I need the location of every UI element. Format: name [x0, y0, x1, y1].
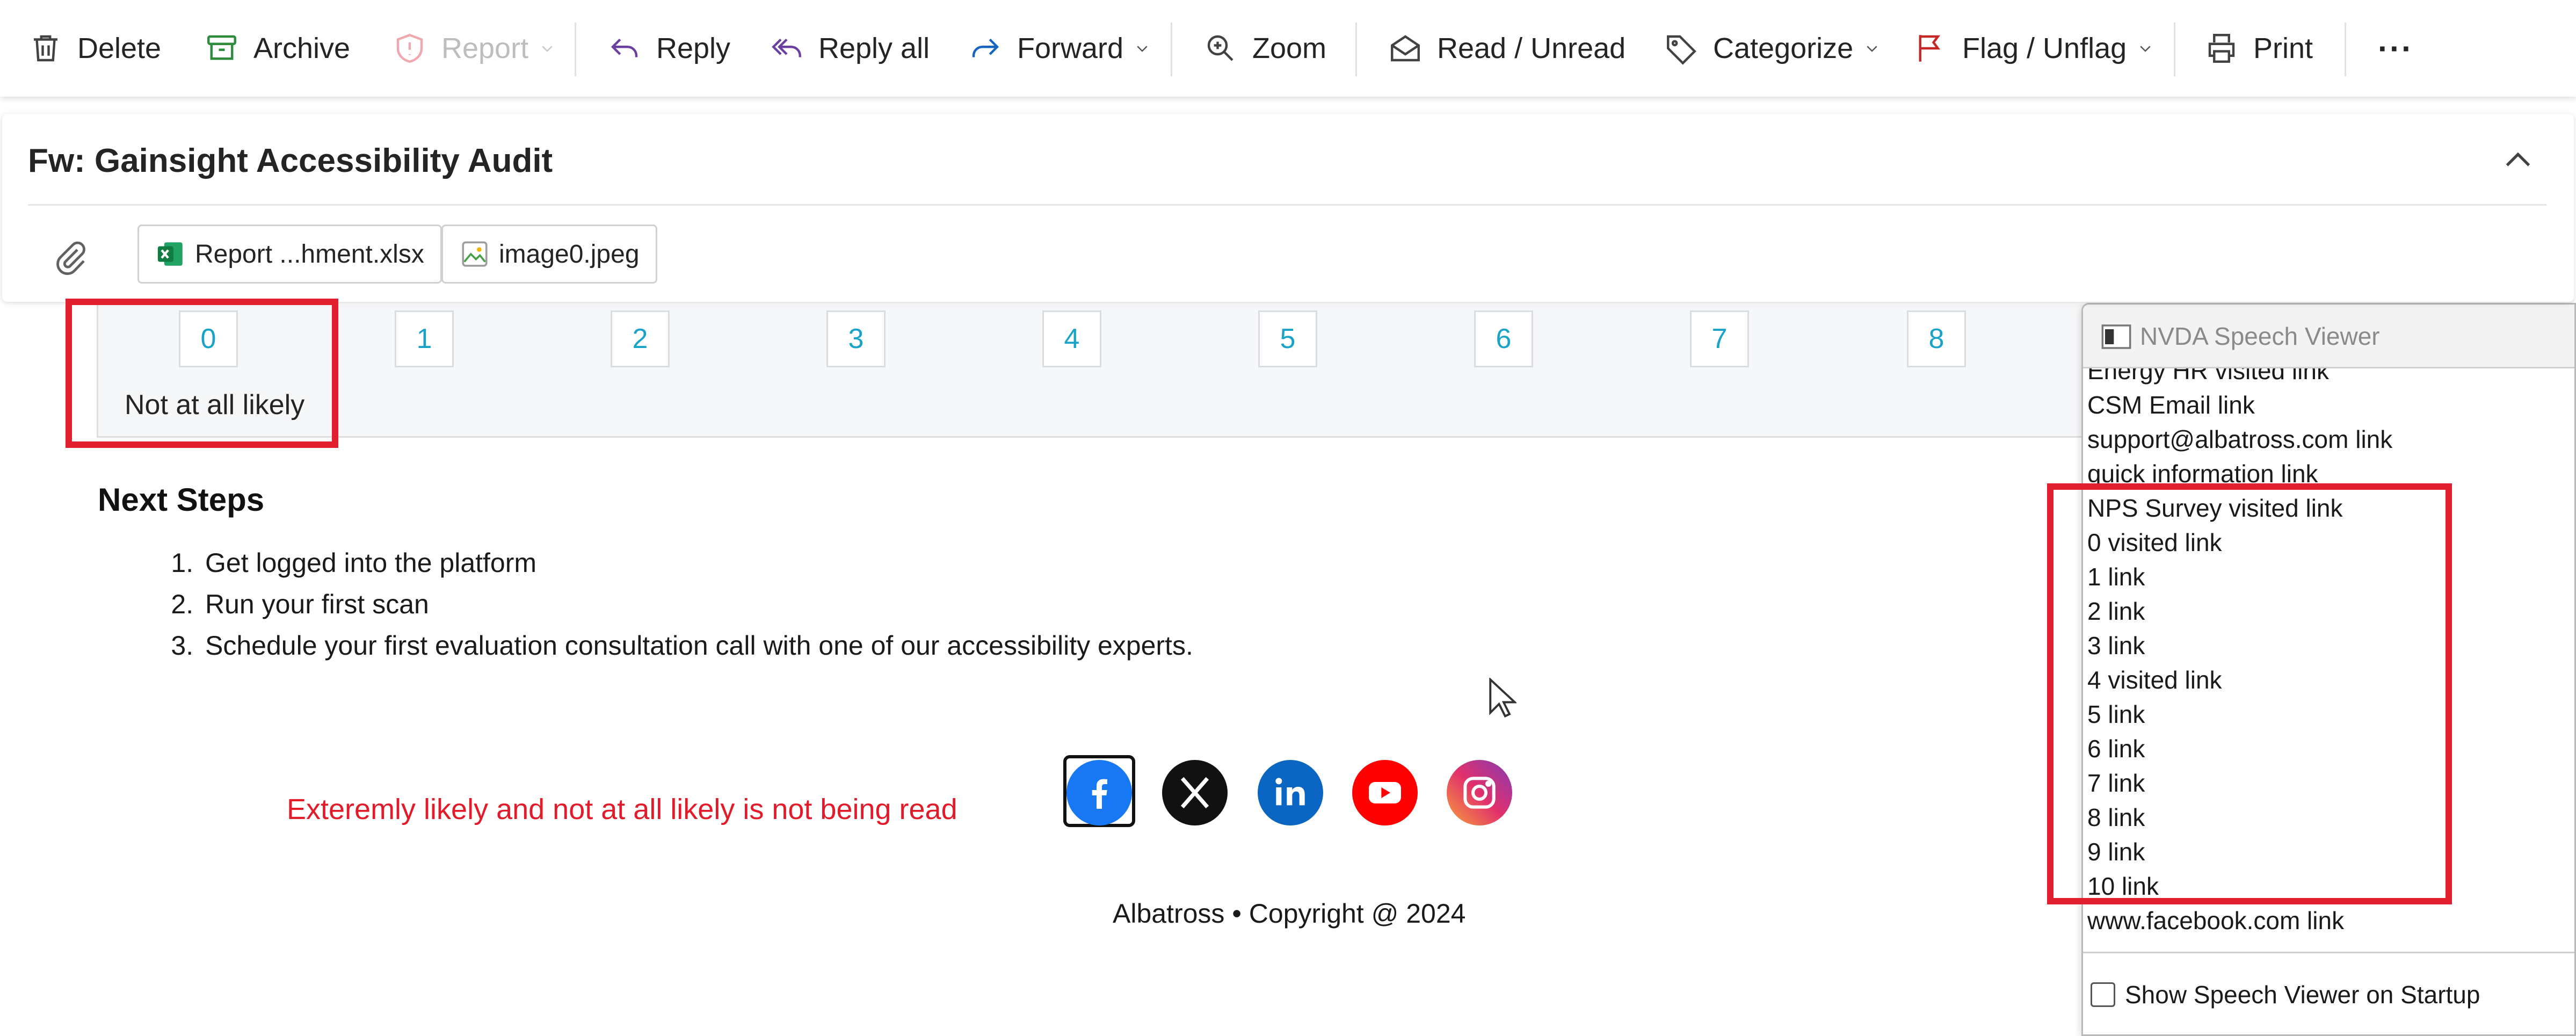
list-item: Schedule your first evaluation consultat… [201, 625, 1193, 666]
more-options-button[interactable]: ··· [2378, 0, 2413, 97]
show-on-startup-checkbox[interactable] [2091, 982, 2115, 1007]
nps-option-8[interactable]: 8 [1907, 310, 1966, 367]
reply-all-label: Reply all [818, 32, 930, 64]
x-icon [1180, 777, 1209, 809]
trash-icon [34, 35, 57, 62]
instagram-link[interactable] [1447, 760, 1512, 825]
annotation-highlight-box [2047, 483, 2452, 904]
nvda-title: NVDA Speech Viewer [2140, 322, 2380, 350]
next-steps-list: Get logged into the platform Run your fi… [161, 542, 1193, 666]
print-label: Print [2253, 32, 2313, 64]
excel-icon [157, 242, 183, 266]
linkedin-icon [1275, 778, 1305, 806]
nps-option-2[interactable]: 2 [611, 310, 670, 367]
attachment-name: image0.jpeg [499, 240, 640, 269]
reply-icon [611, 38, 638, 57]
nps-option-6[interactable]: 6 [1474, 310, 1533, 367]
shield-icon [396, 33, 423, 63]
speech-line: support@albatross.com link [2087, 425, 2393, 453]
forward-label: Forward [1017, 32, 1124, 64]
annotation-text: Exteremly likely and not at all likely i… [287, 793, 957, 825]
message-subject: Fw: Gainsight Accessibility Audit [28, 142, 553, 179]
categorize-label: Categorize [1713, 32, 1854, 64]
speech-line: www.facebook.com link [2087, 907, 2345, 934]
attachment-xlsx[interactable]: Report ...hment.xlsx [137, 224, 442, 284]
zoom-label: Zoom [1252, 32, 1327, 64]
archive-label: Archive [253, 32, 351, 64]
header-divider [28, 204, 2546, 206]
flag-icon [1919, 35, 1941, 62]
x-link[interactable] [1162, 760, 1228, 825]
image-icon [462, 241, 488, 267]
chevron-down-icon[interactable] [2137, 40, 2153, 56]
categorize-button[interactable]: Categorize [1664, 0, 1880, 97]
forward-icon [972, 38, 999, 57]
reply-label: Reply [656, 32, 731, 64]
speech-line: Energy HR visited link [2087, 367, 2329, 385]
delete-label: Delete [77, 32, 162, 64]
instagram-icon [1463, 777, 1496, 809]
delete-button[interactable]: Delete [28, 0, 161, 97]
message-header: Fw: Gainsight Accessibility Audit Report… [2, 114, 2574, 302]
list-item: Run your first scan [201, 584, 1193, 625]
more-icon: ··· [2378, 30, 2413, 67]
reply-all-button[interactable]: Reply all [769, 0, 930, 97]
annotation-highlight-box [66, 299, 338, 448]
report-button[interactable]: Report [392, 0, 555, 97]
list-item: Get logged into the platform [201, 542, 1193, 584]
toolbar-separator [2345, 23, 2346, 76]
toolbar-separator [575, 23, 576, 76]
toolbar-separator [2174, 23, 2175, 76]
envelope-open-icon [1391, 35, 1420, 62]
mouse-cursor-icon [1489, 678, 1516, 718]
read-unread-button[interactable]: Read / Unread [1388, 0, 1626, 97]
nps-option-7[interactable]: 7 [1690, 310, 1749, 367]
youtube-link[interactable] [1352, 760, 1418, 825]
chevron-down-icon[interactable] [539, 40, 555, 56]
print-button[interactable]: Print [2204, 0, 2313, 97]
nvda-titlebar[interactable]: NVDA Speech Viewer [2083, 305, 2574, 367]
reply-button[interactable]: Reply [607, 0, 730, 97]
attachment-name: Report ...hment.xlsx [195, 240, 424, 269]
facebook-link[interactable] [1066, 760, 1132, 825]
zoom-icon [1207, 35, 1233, 61]
linkedin-link[interactable] [1258, 760, 1323, 825]
read-unread-label: Read / Unread [1437, 32, 1626, 64]
paperclip-icon [56, 241, 85, 275]
chevron-down-icon[interactable] [1864, 40, 1880, 56]
window-icon [2101, 324, 2131, 349]
forward-button[interactable]: Forward [968, 0, 1150, 97]
zoom-button[interactable]: Zoom [1203, 0, 1326, 97]
printer-icon [2208, 34, 2235, 63]
archive-button[interactable]: Archive [204, 0, 350, 97]
report-label: Report [441, 32, 529, 64]
next-steps-heading: Next Steps [98, 482, 265, 518]
nps-option-3[interactable]: 3 [826, 310, 886, 367]
nps-option-5[interactable]: 5 [1258, 310, 1317, 367]
show-on-startup-label: Show Speech Viewer on Startup [2125, 981, 2480, 1009]
flag-unflag-label: Flag / Unflag [1962, 32, 2127, 64]
nps-option-1[interactable]: 1 [395, 310, 454, 367]
nps-survey-scale: 0 1 2 3 4 5 6 7 8 [97, 305, 2085, 438]
toolbar-separator [1355, 23, 1357, 76]
youtube-icon [1369, 782, 1401, 803]
toolbar-separator [1171, 23, 1172, 76]
attachment-jpeg[interactable]: image0.jpeg [441, 224, 657, 284]
nps-option-4[interactable]: 4 [1042, 310, 1101, 367]
chevron-up-icon[interactable] [2499, 142, 2537, 179]
facebook-icon [1092, 779, 1107, 809]
tag-icon [1667, 35, 1696, 65]
archive-icon [207, 35, 236, 60]
message-toolbar: Delete Archive Report Reply Reply all Fo… [0, 0, 2576, 97]
reply-all-icon [772, 38, 801, 57]
copyright-footer: Albatross • Copyright @ 2024 [1113, 899, 1466, 929]
chevron-down-icon[interactable] [1134, 40, 1150, 56]
flag-unflag-button[interactable]: Flag / Unflag [1913, 0, 2153, 97]
speech-line: CSM Email link [2087, 391, 2255, 419]
